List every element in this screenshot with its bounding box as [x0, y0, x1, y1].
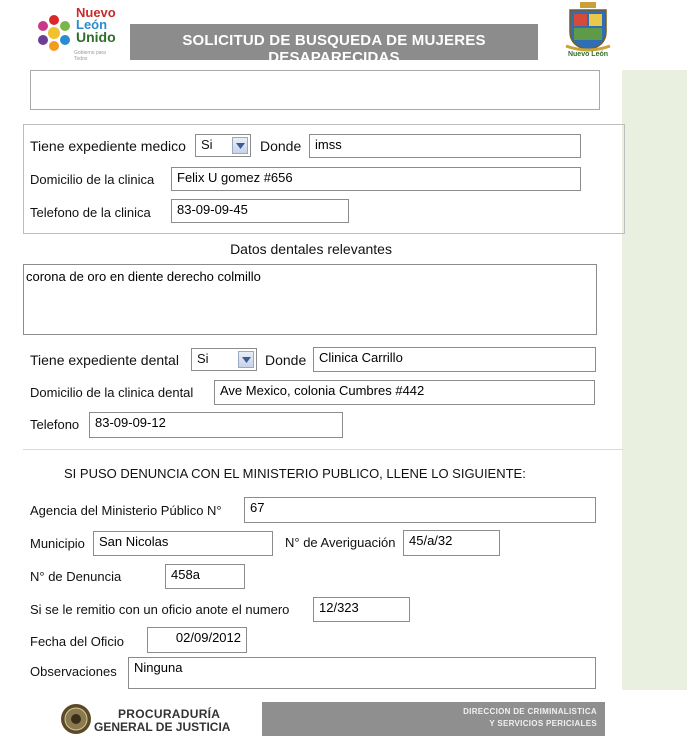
dental-record-select[interactable]: Si	[191, 348, 257, 371]
dental-record-select-value: Si	[197, 351, 209, 366]
clinic-address-input[interactable]: Felix U gomez #656	[171, 167, 581, 191]
agency-input[interactable]: 67	[244, 497, 596, 523]
medical-record-label: Tiene expediente medico	[30, 138, 186, 154]
complaint-heading: SI PUSO DENUNCIA CON EL MINISTERIO PUBLI…	[64, 466, 526, 481]
footer-left-line1: PROCURADURÍA	[118, 707, 221, 721]
nuevo-leon-logo: Nuevo León Unido Gobierno para Todos	[34, 5, 116, 63]
observations-label: Observaciones	[30, 664, 117, 679]
medical-where-input[interactable]: imss	[309, 134, 581, 158]
letter-date-input[interactable]: 02/09/2012	[147, 627, 247, 653]
footer-right-line2: Y SERVICIOS PERICIALES	[489, 719, 597, 728]
medical-record-select[interactable]: Si	[195, 134, 251, 157]
footer-right-line1: DIRECCION DE CRIMINALISTICA	[463, 707, 597, 716]
inquiry-label: N° de Averiguación	[285, 535, 396, 550]
clinic-phone-input[interactable]: 83-09-09-45	[171, 199, 349, 223]
official-letter-label: Si se le remitio con un oficio anote el …	[30, 602, 290, 617]
dental-address-input[interactable]: Ave Mexico, colonia Cumbres #442	[214, 380, 595, 405]
clinic-phone-label: Telefono de la clinica	[30, 205, 151, 220]
chevron-down-icon[interactable]	[238, 351, 254, 368]
complaint-number-input[interactable]: 458a	[165, 564, 245, 589]
nuevo-leon-flower-icon	[38, 15, 70, 51]
dental-record-label: Tiene expediente dental	[30, 352, 179, 368]
page-title: SOLICITUD DE BUSQUEDA DE MUJERES DESAPAR…	[182, 32, 486, 66]
letter-date-label: Fecha del Oficio	[30, 634, 124, 649]
official-letter-input[interactable]: 12/323	[313, 597, 410, 622]
state-seal: Nuevo León	[562, 2, 614, 64]
municipality-input[interactable]: San Nicolas	[93, 531, 273, 556]
footer-left-line2: GENERAL DE JUSTICIA	[94, 720, 231, 734]
observations-textarea[interactable]: Ninguna	[128, 657, 596, 689]
footer-bar: DIRECCION DE CRIMINALISTICA Y SERVICIOS …	[262, 702, 605, 736]
chevron-down-icon[interactable]	[232, 137, 248, 154]
medical-where-label: Donde	[260, 138, 302, 154]
dental-address-label: Domicilio de la clinica dental	[30, 385, 194, 400]
logo-tagline: Gobierno para Todos	[74, 50, 106, 62]
right-side-panel	[622, 70, 687, 690]
seal-caption: Nuevo León	[567, 51, 609, 58]
agency-label: Agencia del Ministerio Público N°	[30, 503, 222, 518]
inquiry-input[interactable]: 45/a/32	[403, 530, 500, 556]
coat-of-arms-icon	[565, 2, 611, 52]
clinic-address-label: Domicilio de la clinica	[30, 172, 155, 187]
dental-phone-label: Telefono	[30, 417, 80, 432]
dental-notes-textarea[interactable]: corona de oro en diente derecho colmillo	[23, 264, 597, 335]
divider	[23, 449, 623, 450]
dental-where-input[interactable]: Clinica Carrillo	[313, 347, 596, 372]
title-bar: SOLICITUD DE BUSQUEDA DE MUJERES DESAPAR…	[130, 24, 538, 66]
medical-record-select-value: Si	[201, 137, 213, 152]
previous-textarea[interactable]	[30, 70, 600, 110]
dental-section-title: Datos dentales relevantes	[230, 241, 392, 257]
municipality-label: Municipio	[30, 536, 85, 551]
logo-text-line3: Unido	[76, 29, 116, 45]
dental-where-label: Donde	[265, 352, 307, 368]
procuraduria-seal-icon	[61, 704, 91, 734]
dental-phone-input[interactable]: 83-09-09-12	[89, 412, 343, 438]
complaint-number-label: N° de Denuncia	[30, 569, 122, 584]
procuraduria-logo: PROCURADURÍA GENERAL DE JUSTICIA	[60, 694, 260, 748]
